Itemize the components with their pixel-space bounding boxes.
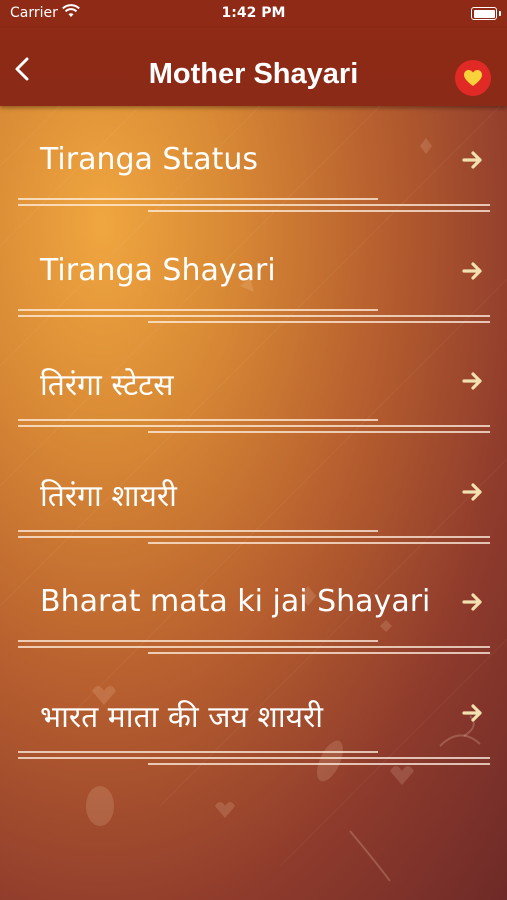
menu-item[interactable]: तिरंगा स्टेटस [0,327,507,437]
divider-lines [18,640,490,654]
status-bar: Carrier 1:42 PM [0,0,507,28]
battery-tip [499,11,501,16]
arrow-right-icon [462,372,482,390]
arrow-right-icon [462,593,482,611]
divider-lines [18,308,490,323]
arrow-right-icon [462,703,482,722]
favorite-button[interactable] [455,60,491,96]
arrow-right-icon [462,261,482,280]
menu-item[interactable]: Bharat mata ki jai Shayari [0,548,507,658]
navigation-bar: Mother Shayari [0,28,507,106]
menu-item-label: Tiranga Status [40,142,259,177]
menu-item[interactable]: तिरंगा शायरी [0,438,507,548]
divider-lines [18,750,490,765]
menu-item-label: भारत माता की जय शायरी [40,699,324,735]
menu-item[interactable]: भारत माता की जय शायरी [0,659,507,769]
menu-item-label: तिरंगा स्टेटस [40,368,174,403]
menu-item[interactable]: Tiranga Status [0,106,507,216]
menu-item-label: तिरंगा शायरी [40,478,177,514]
menu-item-label: Tiranga Shayari [40,252,276,288]
clock: 1:42 PM [221,5,286,21]
page-title: Mother Shayari [148,58,359,90]
battery-icon [471,7,497,20]
menu-item[interactable]: Tiranga Shayari [0,217,507,327]
divider-lines [18,529,490,544]
divider-lines [18,419,490,433]
heart-icon [464,70,482,86]
divider-lines [18,198,490,212]
arrow-right-icon [462,482,482,501]
arrow-right-icon [462,151,482,169]
menu-item-label: Bharat mata ki jai Shayari [40,584,431,619]
